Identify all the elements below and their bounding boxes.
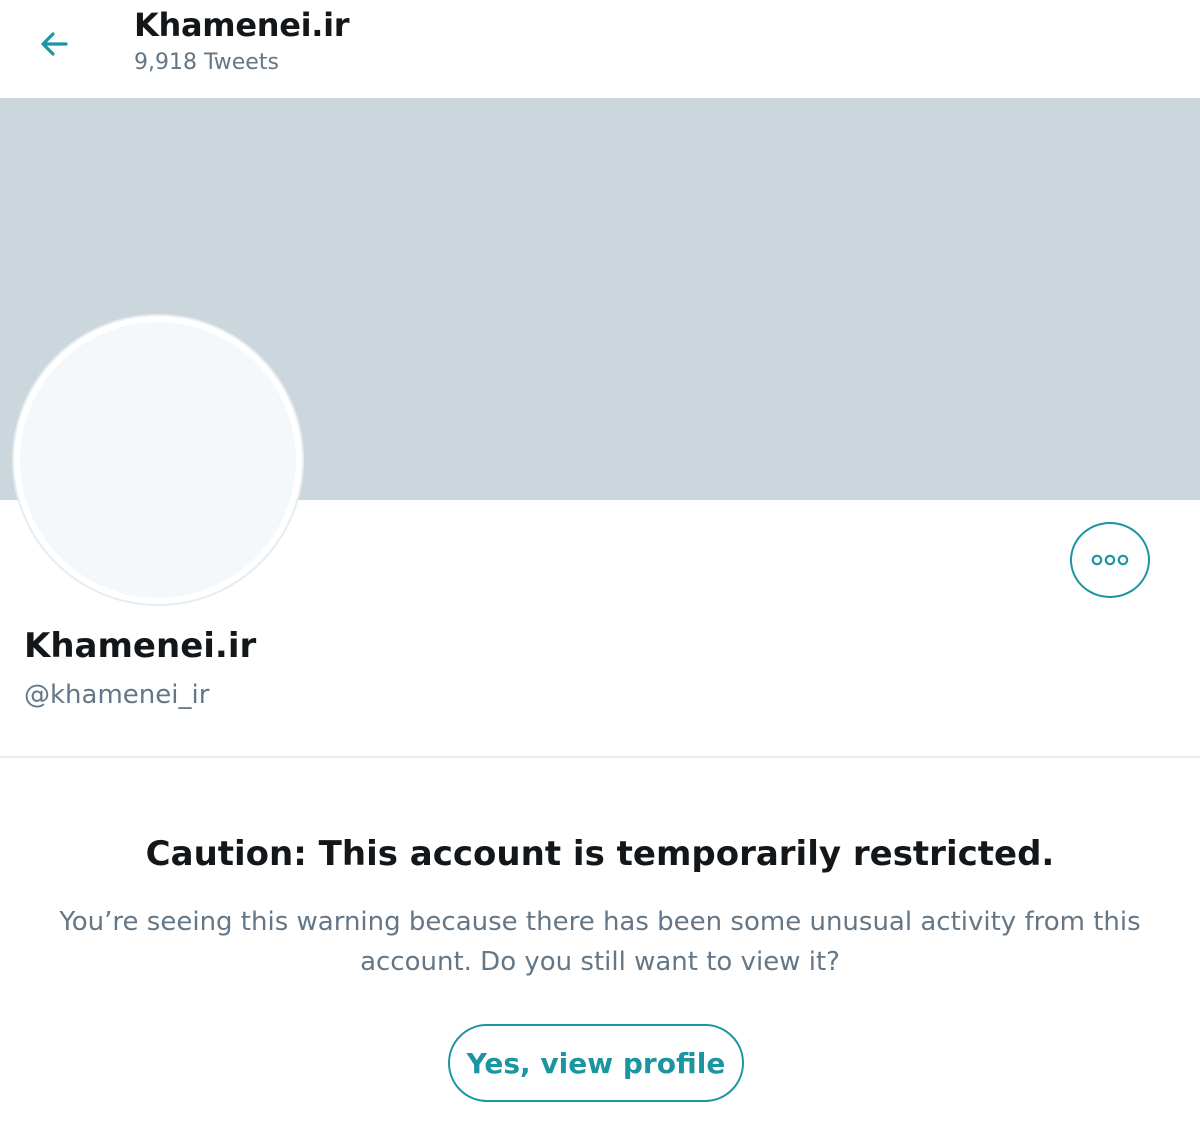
arrow-left-icon (41, 32, 68, 56)
back-button[interactable] (26, 22, 82, 66)
profile-handle: @khamenei_ir (24, 680, 210, 710)
header-title: Khamenei.ir (134, 6, 350, 44)
profile-header: Khamenei.ir 9,918 Tweets (0, 0, 1200, 98)
profile-name: Khamenei.ir (24, 626, 257, 666)
more-options-button[interactable] (1070, 522, 1150, 598)
tweet-count: 9,918 Tweets (134, 50, 279, 75)
divider (0, 756, 1200, 758)
more-options-icon (1091, 554, 1129, 566)
view-profile-button[interactable]: Yes, view profile (448, 1024, 744, 1102)
warning-message: You’re seeing this warning because there… (59, 907, 1141, 977)
avatar[interactable] (14, 316, 302, 604)
warning-title: Caution: This account is temporarily res… (145, 834, 1055, 874)
